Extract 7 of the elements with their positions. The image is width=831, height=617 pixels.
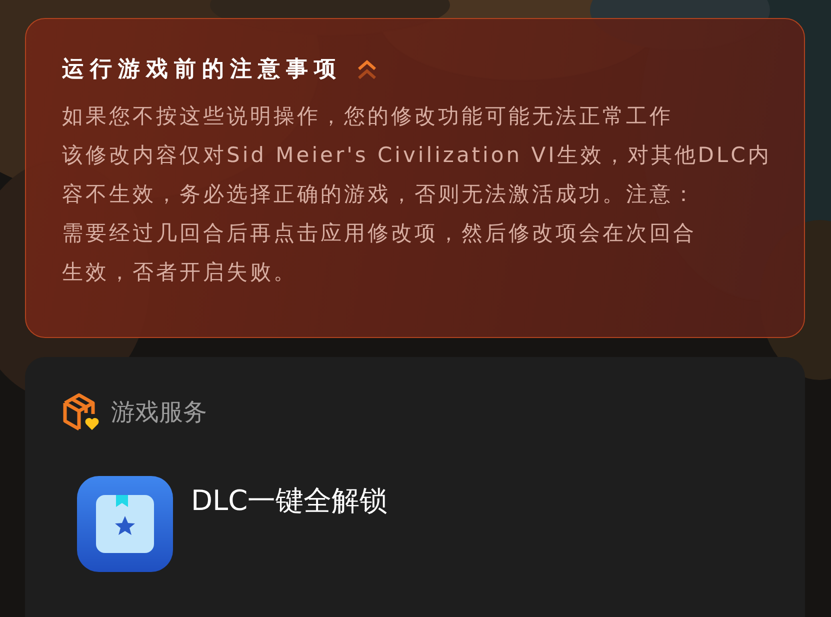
section-title: 游戏服务 (111, 397, 207, 428)
box-heart-icon (61, 392, 101, 432)
notice-title: 运行游戏前的注意事项 (62, 56, 342, 84)
star-package-icon (77, 476, 173, 572)
notice-paragraph: 如果您不按这些说明操作，您的修改功能可能无法正常工作 (62, 103, 674, 130)
notice-paragraph: 该修改内容仅对Sid Meier's Civilization VI生效，对其他DLC内 容不生效，务必选择正确的游戏，否则无法激活成功。注意： 需要经过几回合后再点击应用修改项，然后修改项会在次回合 生效，否者开启失败。 (62, 142, 772, 286)
dlc-unlock-item[interactable]: DLC一键全解锁 (77, 476, 388, 572)
